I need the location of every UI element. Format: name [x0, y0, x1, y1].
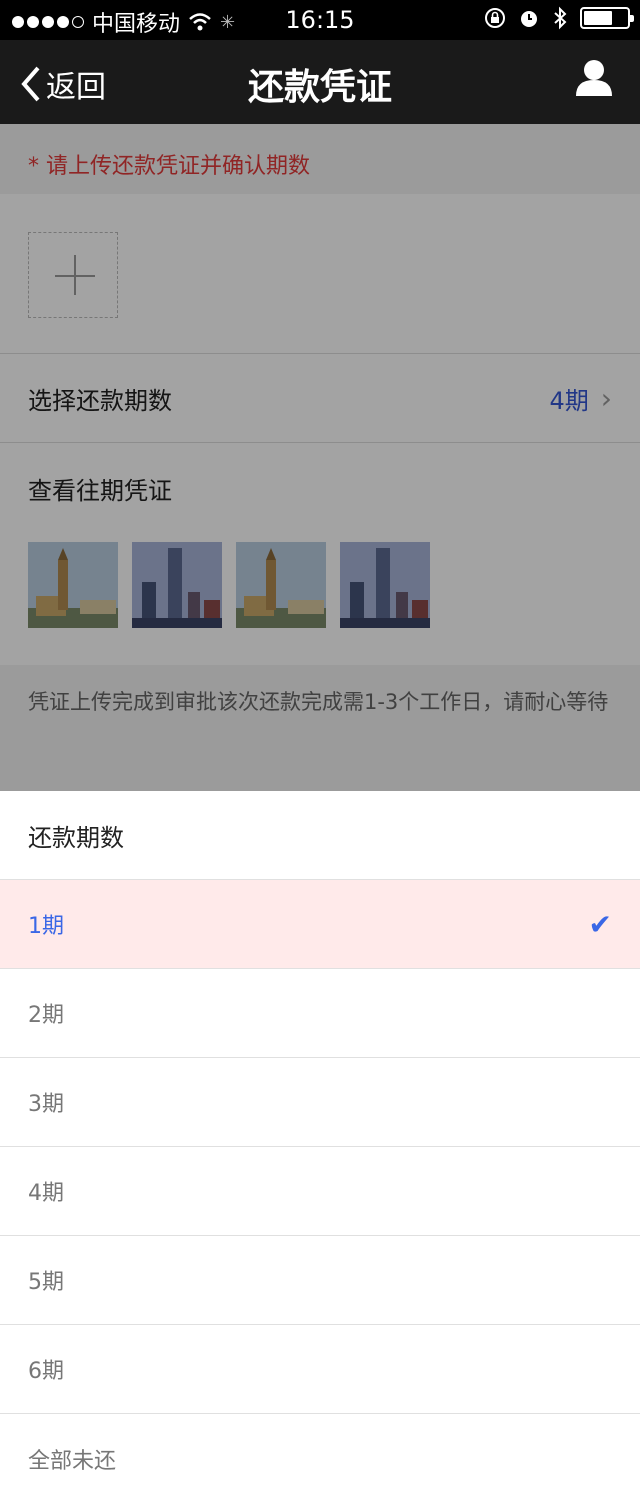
user-button[interactable] — [574, 58, 614, 102]
battery-icon — [580, 7, 634, 29]
rotation-lock-icon — [485, 8, 505, 28]
nav-bar: 返回 还款凭证 — [0, 40, 640, 124]
period-option[interactable]: 2期 — [0, 969, 640, 1058]
period-option[interactable]: 全部未还 — [0, 1414, 640, 1500]
dim-overlay[interactable] — [0, 124, 640, 791]
page-title: 还款凭证 — [247, 67, 392, 108]
period-option-label: 4期 — [28, 1181, 64, 1206]
sheet-title: 还款期数 — [0, 791, 640, 880]
user-icon — [576, 60, 612, 96]
period-option[interactable]: 4期 — [0, 1147, 640, 1236]
period-option[interactable]: 5期 — [0, 1236, 640, 1325]
status-right — [484, 6, 634, 30]
alarm-icon — [521, 11, 537, 27]
period-options: 1期 ✔ 2期 3期 4期 5期 6期 全部未还 — [0, 880, 640, 1500]
bluetooth-icon — [554, 6, 567, 30]
status-bar: 中国移动 ✳ 16:15 — [0, 0, 640, 40]
period-option[interactable]: 1期 ✔ — [0, 880, 640, 969]
period-option-label: 5期 — [28, 1270, 64, 1295]
period-option-label: 6期 — [28, 1359, 64, 1384]
period-option[interactable]: 3期 — [0, 1058, 640, 1147]
period-option-label: 3期 — [28, 1092, 64, 1117]
period-option-label: 1期 — [28, 914, 64, 939]
period-picker-sheet: 还款期数 1期 ✔ 2期 3期 4期 5期 6期 全部未还 — [0, 791, 640, 1500]
period-option[interactable]: 6期 — [0, 1325, 640, 1414]
checkmark-icon: ✔ — [588, 907, 612, 941]
period-option-label: 2期 — [28, 1003, 64, 1028]
period-option-label: 全部未还 — [28, 1448, 117, 1474]
